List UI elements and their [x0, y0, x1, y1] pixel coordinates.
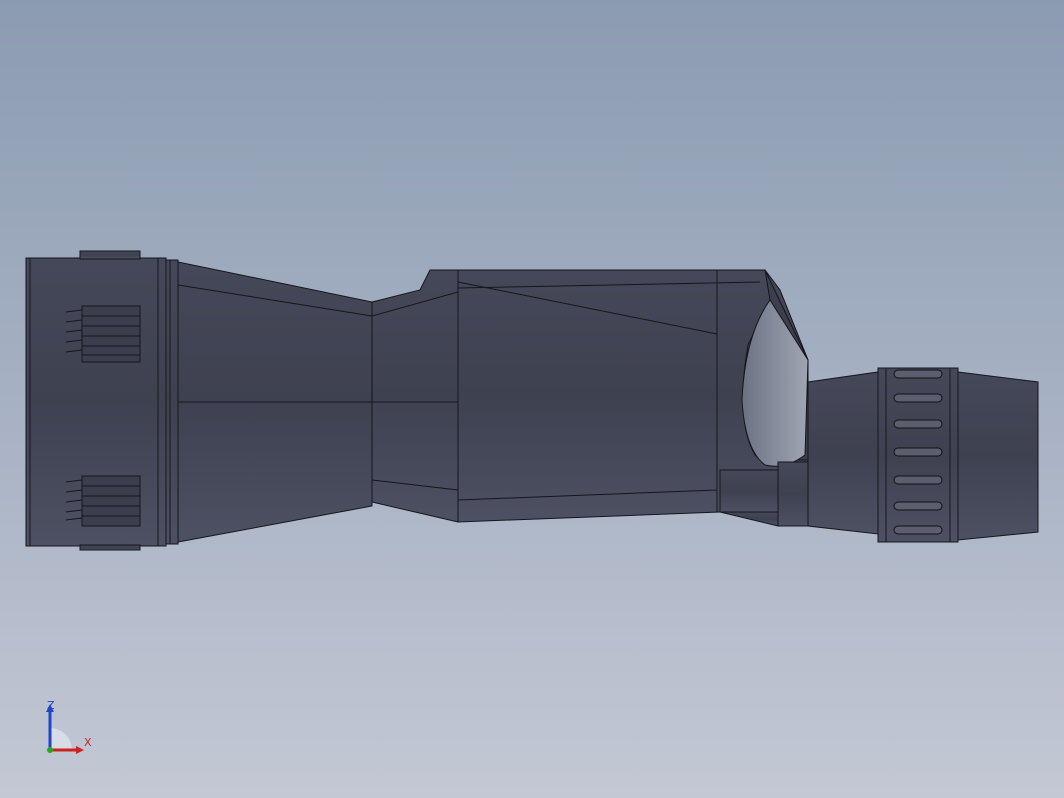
z-axis-label: Z	[47, 699, 55, 712]
eyepiece-collar	[719, 461, 809, 527]
y-axis-dot	[47, 747, 53, 753]
front-barrel	[177, 261, 373, 543]
focus-ring[interactable]	[893, 369, 943, 535]
orientation-triad: Z X	[46, 699, 92, 754]
waist-section	[371, 269, 459, 523]
x-axis-label: X	[84, 736, 92, 749]
graphics-viewport[interactable]: Z X	[0, 0, 1064, 798]
spotting-scope-model[interactable]	[0, 0, 1064, 798]
